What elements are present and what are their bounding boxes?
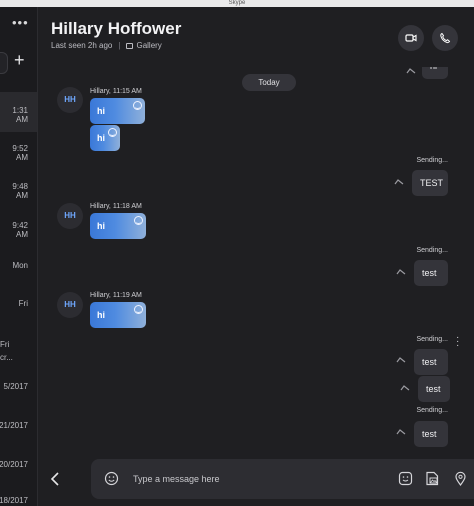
chat-list-item[interactable]: 9:42 AM <box>0 209 37 249</box>
location-icon[interactable] <box>453 471 468 486</box>
sending-status-icon <box>400 385 410 391</box>
sending-label: Sending... <box>416 407 448 414</box>
message-text: test <box>422 429 437 439</box>
chat-list-time: 21/2017 <box>0 421 28 430</box>
outgoing-message[interactable]: test <box>414 421 448 447</box>
react-icon[interactable] <box>134 305 143 314</box>
sending-status-icon <box>396 357 406 363</box>
message-list[interactable]: hi Today HH Hillary, 11:15 AM hi hi Send… <box>38 67 474 457</box>
window-titlebar: Skype <box>0 0 474 7</box>
conversation-header: Hillary Hoffower Last seen 2h ago | Galler… <box>38 7 474 67</box>
chat-list-item[interactable]: 1:31 AM <box>0 92 37 132</box>
outgoing-message[interactable]: test <box>414 349 448 375</box>
outgoing-message[interactable]: test <box>414 260 448 286</box>
sending-status-icon <box>394 179 404 185</box>
chat-list-time: Fri <box>18 299 28 308</box>
chat-list-item[interactable]: 9:48 AM <box>0 170 37 210</box>
message-input[interactable] <box>131 469 351 489</box>
media-file-icon[interactable] <box>425 471 440 486</box>
incoming-message[interactable]: hi <box>90 98 145 124</box>
incoming-message[interactable]: hi <box>90 125 120 151</box>
sending-status-icon <box>396 269 406 275</box>
chat-list-time: 18/2017 <box>0 496 28 505</box>
message-text: hi <box>97 106 105 116</box>
chat-list-time: 9:42 AM <box>12 221 28 239</box>
phone-icon <box>440 32 451 44</box>
composer <box>38 457 474 506</box>
message-text: TEST <box>420 178 444 188</box>
chat-list-time: 9:48 AM <box>12 182 28 200</box>
separator: | <box>118 41 121 50</box>
back-arrow-icon[interactable] <box>49 472 61 486</box>
outgoing-message[interactable]: test <box>418 376 450 402</box>
new-chat-icon[interactable]: + <box>14 50 25 71</box>
message-meta: Hillary, 11:19 AM <box>90 292 142 299</box>
contact-name[interactable]: Hillary Hoffower <box>51 19 181 39</box>
incoming-message[interactable]: hi <box>90 213 146 239</box>
chat-list-item[interactable]: 5/2017 <box>0 369 37 409</box>
sidebar: ••• + 1:31 AM 9:52 AM 9:48 AM 9:42 AM Mo… <box>0 7 38 506</box>
message-text: hi <box>97 133 105 143</box>
sending-status-icon <box>406 68 416 74</box>
more-options-icon[interactable]: · · · <box>456 333 459 351</box>
message-text: test <box>422 357 437 367</box>
day-divider: Today <box>242 74 296 91</box>
message-text: test <box>422 268 437 278</box>
chat-list-time: 9:52 AM <box>12 144 28 162</box>
video-icon <box>405 34 417 42</box>
audio-call-button[interactable] <box>432 25 458 51</box>
outgoing-message[interactable]: TEST <box>412 170 448 196</box>
message-text: hi <box>97 221 105 231</box>
message-input-box <box>91 459 474 499</box>
sticker-icon[interactable] <box>398 471 413 486</box>
incoming-message[interactable]: hi <box>90 302 146 328</box>
window-title: Skype <box>228 0 246 6</box>
emoji-icon[interactable] <box>104 471 119 486</box>
sending-label: Sending... <box>416 157 448 164</box>
chat-list-item[interactable]: Fri <box>0 287 37 327</box>
avatar[interactable]: HH <box>57 292 83 318</box>
gallery-link[interactable]: Gallery <box>136 41 161 50</box>
chat-list-preview: cr... <box>0 353 13 362</box>
sending-label: Sending... <box>416 247 448 254</box>
avatar[interactable]: HH <box>57 203 83 229</box>
sending-label: Sending... <box>416 336 448 343</box>
scrollbar[interactable] <box>470 67 474 457</box>
message-text: test <box>426 384 441 394</box>
message-meta: Hillary, 11:18 AM <box>90 203 142 210</box>
search-input[interactable] <box>0 52 8 74</box>
more-options-icon[interactable]: ••• <box>12 15 29 30</box>
message-text: hi <box>430 67 437 71</box>
chat-list-item[interactable]: 9:52 AM <box>0 132 37 172</box>
video-call-button[interactable] <box>398 25 424 51</box>
contact-status-row: Last seen 2h ago | Gallery <box>51 41 162 50</box>
message-text: hi <box>97 310 105 320</box>
chat-list-time: 20/2017 <box>0 460 28 469</box>
avatar[interactable]: HH <box>57 87 83 113</box>
last-seen: Last seen 2h ago <box>51 41 113 50</box>
react-icon[interactable] <box>133 101 142 110</box>
outgoing-message[interactable]: hi <box>422 67 448 79</box>
chat-list-item[interactable]: 21/2017 <box>0 409 37 449</box>
react-icon[interactable] <box>108 128 117 137</box>
chat-list-time: 5/2017 <box>3 382 28 391</box>
chat-list-item[interactable]: 18/2017 <box>0 487 37 506</box>
chat-list-item[interactable]: 20/2017 <box>0 448 37 488</box>
react-icon[interactable] <box>134 216 143 225</box>
chat-list-item[interactable]: Fri cr... <box>0 325 37 365</box>
message-meta: Hillary, 11:15 AM <box>90 88 142 95</box>
gallery-icon <box>126 43 134 49</box>
chat-list-time: Mon <box>12 261 28 270</box>
chat-list-item[interactable]: Mon <box>0 249 37 289</box>
sending-status-icon <box>396 429 406 435</box>
chat-list-time: Fri <box>0 340 10 349</box>
chat-list-time: 1:31 AM <box>12 106 28 124</box>
